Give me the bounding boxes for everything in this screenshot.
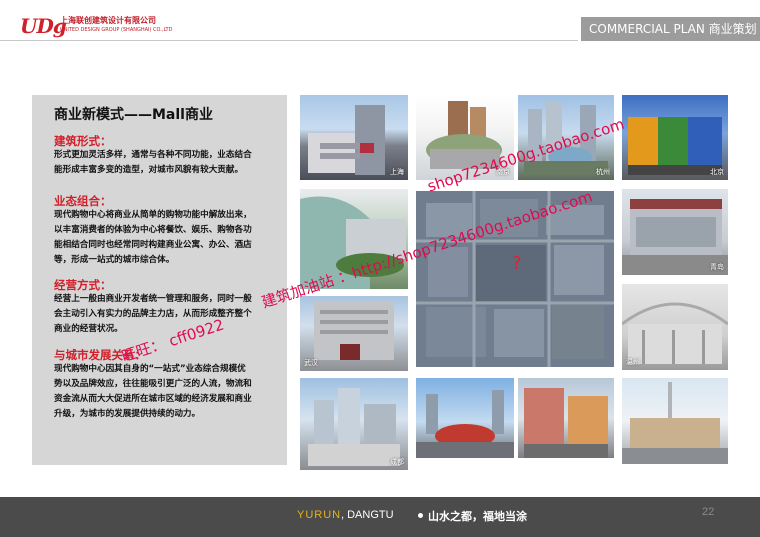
- logo-mark: UDg: [20, 14, 67, 38]
- body-line: 资金流从而大大促进所在城市区域的经济发展和商业: [54, 394, 252, 404]
- mall-photo-beijing: 北京: [622, 95, 728, 180]
- mall-photo-chengdu: 成都: [300, 378, 408, 470]
- mall-building-image: [416, 390, 514, 458]
- mall-photo-stadium: [416, 378, 514, 458]
- mall-photo-street: [518, 378, 614, 458]
- body-line: 势以及品牌效应，往往能吸引更广泛的人流，物流和: [54, 379, 252, 389]
- city-label-qingdao: 青岛: [710, 263, 724, 271]
- footer-dangtu: , DANGTU: [341, 509, 394, 521]
- footer-slogan: 山水之都，福地当涂: [428, 510, 527, 523]
- city-label-chengdu: 成都: [390, 458, 404, 466]
- city-label-hangzhou: 杭州: [596, 168, 610, 176]
- bullet-dot-icon: [418, 513, 423, 518]
- body-line: 能形成丰富多变的造型，对城市风貌有较大贡献。: [54, 165, 244, 175]
- section-body-architecture: 形式更加灵活多样，通常与各种不同功能，业态结合 能形成丰富多变的造型，对城市风貌…: [54, 148, 282, 178]
- body-line: 会主动引入有实力的品牌主力店，从而形成整齐整个: [54, 309, 252, 319]
- mall-photo-plaza: [622, 378, 728, 464]
- section-title-business-mix: 业态组合：: [54, 194, 112, 208]
- page-number: 22: [702, 506, 715, 518]
- section-body-business-mix: 现代购物中心将商业从简单的购物功能中解放出来， 以丰富消费者的体验为中心将餐饮、…: [54, 208, 282, 268]
- mall-building-image: [622, 382, 728, 464]
- text-panel: 商业新模式——Mall商业 建筑形式： 形式更加灵活多样，通常与各种不同功能，业…: [32, 95, 287, 465]
- body-line: 能相结合同时也经常同时构建商业公寓、办公、酒店: [54, 240, 252, 250]
- section-title-architecture: 建筑形式：: [54, 134, 112, 148]
- city-label-wenzhou: 温州: [626, 358, 640, 366]
- body-line: 现代购物中心将商业从简单的购物功能中解放出来，: [54, 210, 252, 220]
- mall-photo-wuhan: 武汉: [300, 296, 408, 371]
- site-question-mark: ?: [512, 253, 522, 274]
- footer-bar: YURUN , DANGTU 山水之都，福地当涂 22: [0, 497, 760, 537]
- mall-photo-wenzhou: 温州: [622, 284, 728, 370]
- section-title-operation: 经营方式：: [54, 278, 112, 292]
- mall-photo-qingdao: 青岛: [622, 189, 728, 275]
- panel-title: 商业新模式——Mall商业: [54, 107, 213, 123]
- company-name-en: UNITED DESIGN GROUP (SHANGHAI) CO.,LTD: [60, 27, 173, 33]
- body-line: 以丰富消费者的体验为中心将餐饮、娱乐、购物各功: [54, 225, 252, 235]
- company-logo: UDg 上海联创建筑设计有限公司 UNITED DESIGN GROUP (SH…: [20, 12, 173, 38]
- body-line: 现代购物中心因其自身的“一站式”业态综合规模优: [54, 364, 246, 374]
- body-line: 等，形成一站式的城市综合体。: [54, 255, 175, 265]
- city-label-wuhan: 武汉: [304, 359, 318, 367]
- body-line: 经营上一般由商业开发者统一管理和服务，同时一般: [54, 294, 252, 304]
- body-line: 升级，为城市的发展提供持续的动力。: [54, 409, 201, 419]
- mall-building-image: [524, 388, 608, 458]
- body-line: 形式更加灵活多样，通常与各种不同功能，业态结合: [54, 150, 252, 160]
- company-name-cn: 上海联创建筑设计有限公司: [60, 16, 156, 25]
- section-tab: COMMERCIAL PLAN 商业策划: [578, 17, 760, 41]
- city-label-beijing: 北京: [710, 168, 724, 176]
- mall-photo-shanghai: 上海: [300, 95, 408, 180]
- section-body-urban-development: 现代购物中心因其自身的“一站式”业态综合规模优 势以及品牌效应，往往能吸引更广泛…: [54, 362, 282, 422]
- footer-yurun: YURUN: [297, 509, 342, 521]
- city-label-shanghai: 上海: [390, 168, 404, 176]
